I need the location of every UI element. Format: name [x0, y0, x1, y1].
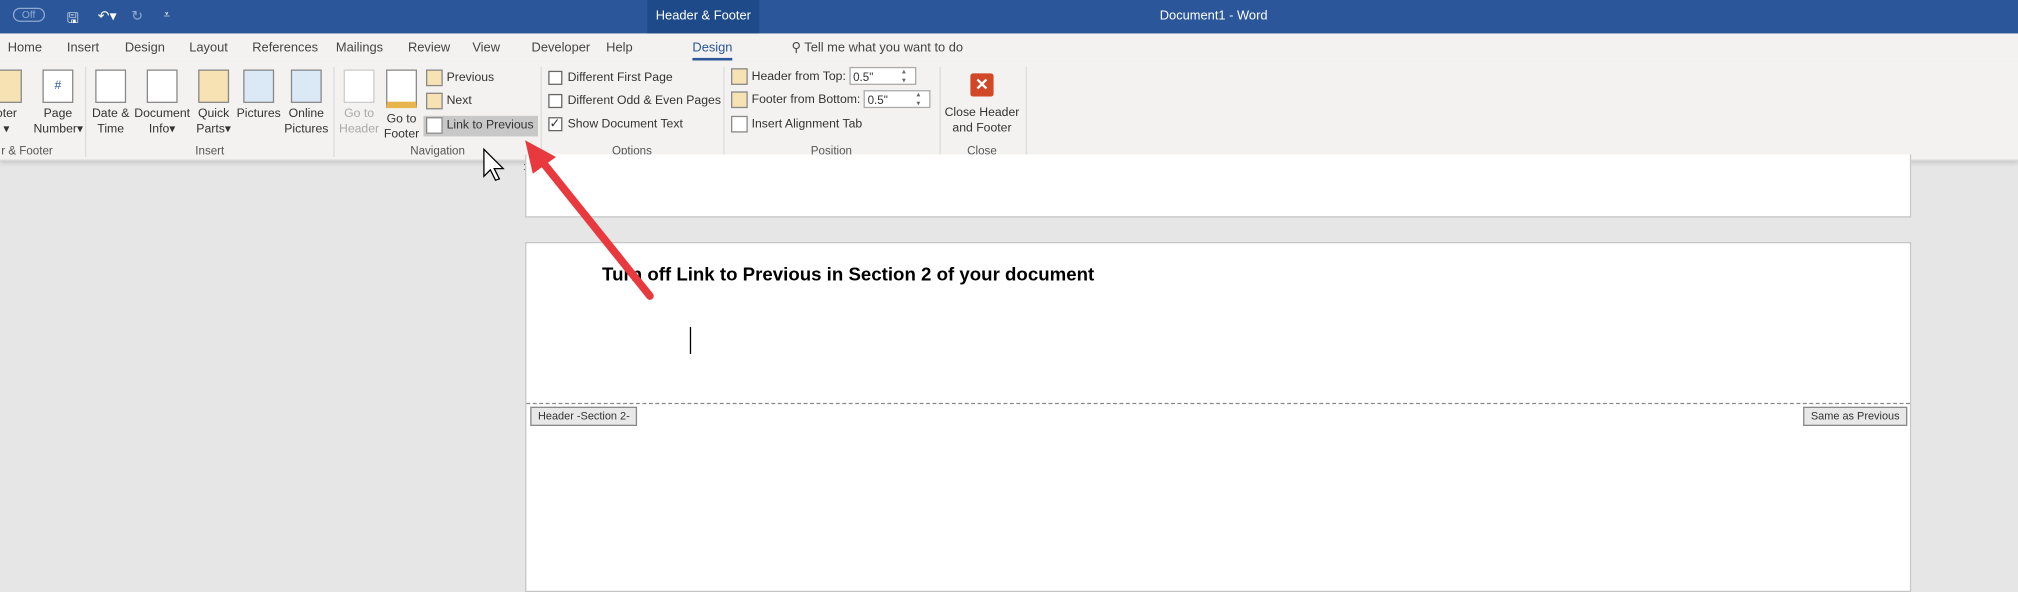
mouse-pointer-icon	[483, 147, 505, 181]
annotation-arrow-shaft	[536, 155, 654, 300]
annotation-overlay	[483, 140, 654, 300]
word-window: Off 🖫 ↶▾ ↻ ⩡ Header & Footer Tools Docum…	[0, 0, 2018, 592]
